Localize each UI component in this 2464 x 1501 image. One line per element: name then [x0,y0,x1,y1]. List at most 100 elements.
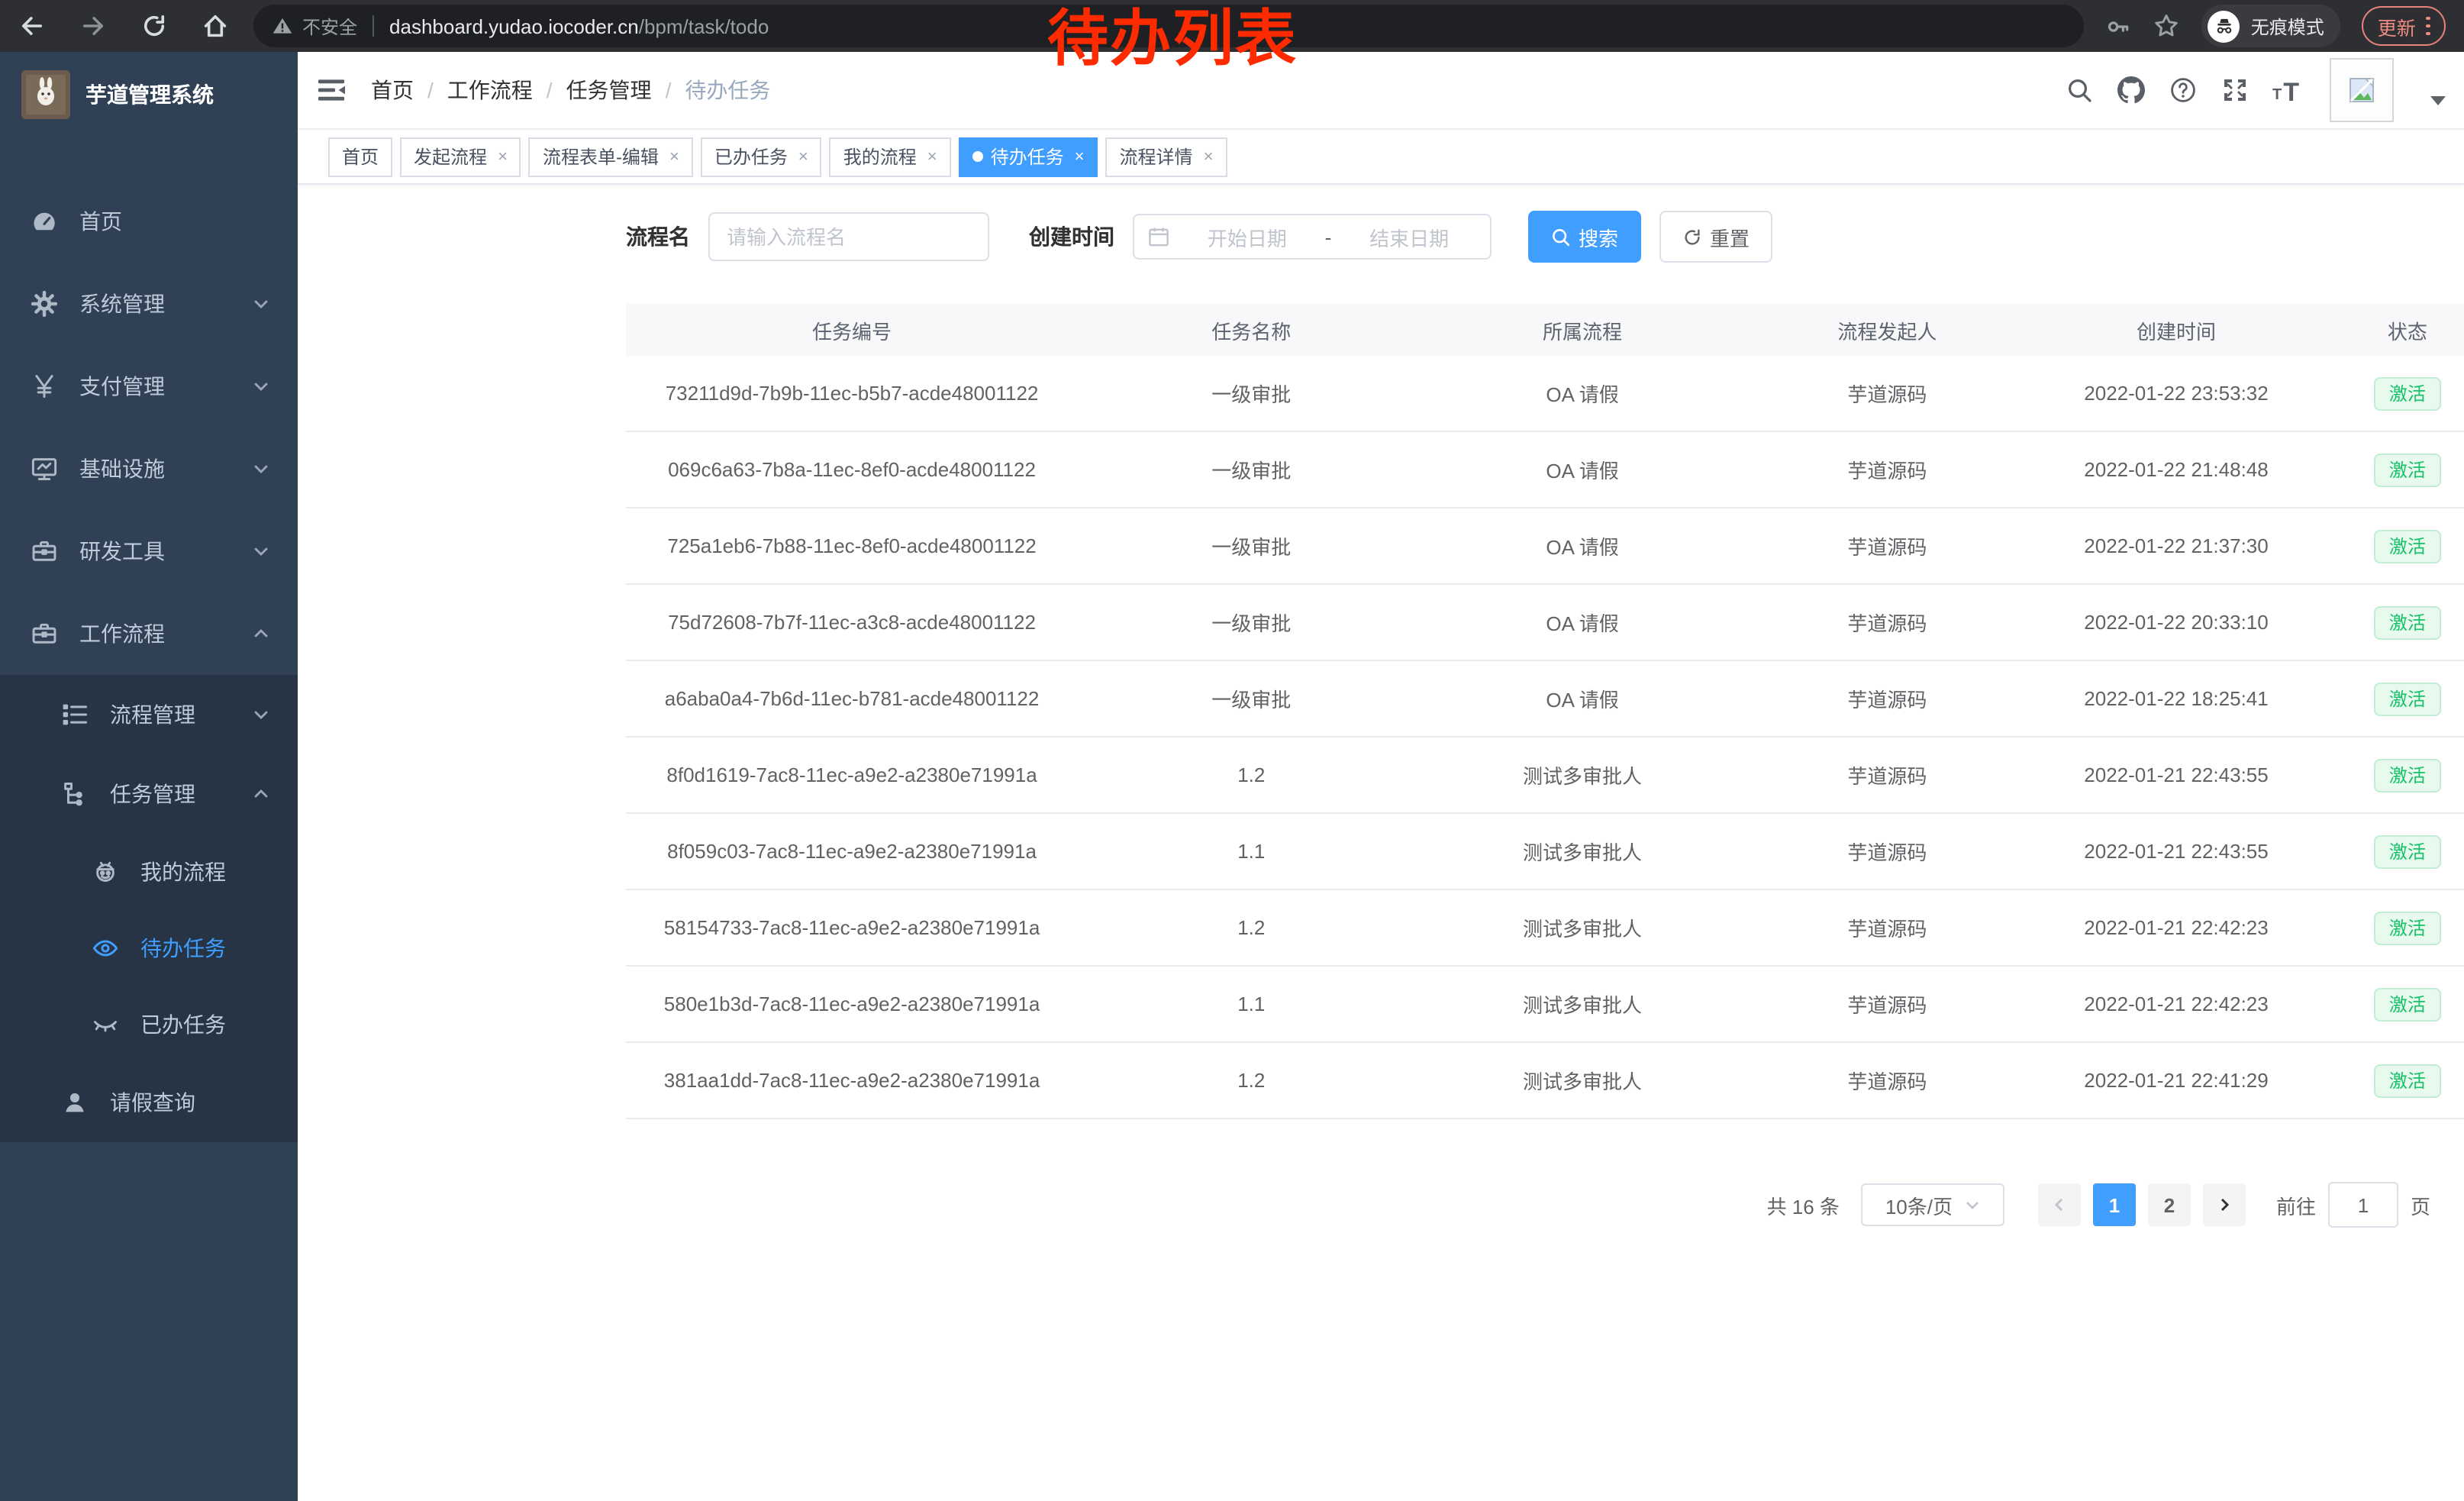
starter-cell: 芋道源码 [1740,684,2035,713]
sidebar-item-my-process[interactable]: 我的流程 [0,834,298,910]
breadcrumb-separator: / [547,78,553,102]
avatar[interactable] [2330,58,2394,122]
sidebar-item-todo-task[interactable]: 待办任务 [0,910,298,986]
reset-button-label: 重置 [1710,222,1750,251]
back-icon[interactable] [18,12,46,40]
incognito-icon [2208,10,2240,42]
page-size-select[interactable]: 10条/页 [1861,1183,2004,1226]
tab-done-task[interactable]: 已办任务× [701,137,822,176]
security-label[interactable]: 不安全 [302,13,357,39]
search-icon[interactable] [2065,76,2092,104]
update-label: 更新 [2378,11,2416,40]
incognito-chip[interactable]: 无痕模式 [2202,5,2341,47]
status-cell: 激活 [2318,605,2464,639]
eye-closed-icon [92,1011,119,1038]
task-id-cell: 069c6a63-7b8a-11ec-8ef0-acde48001122 [626,458,1078,481]
date-range-picker[interactable]: 开始日期 - 结束日期 [1133,214,1492,260]
sidebar-item-workflow[interactable]: 工作流程 [0,592,298,675]
task-id-cell: 580e1b3d-7ac8-11ec-a9e2-a2380e71991a [626,993,1078,1015]
goto-page-input[interactable] [2328,1182,2398,1228]
sidebar-item-task-mgmt[interactable]: 任务管理 [0,754,298,834]
tab-home[interactable]: 首页 [328,137,392,176]
sidebar-item-system[interactable]: 系统管理 [0,263,298,345]
created-cell: 2022-01-21 22:43:55 [2034,840,2318,863]
starter-cell: 芋道源码 [1740,455,2035,484]
breadcrumb-item[interactable]: 工作流程 [447,75,533,105]
status-cell: 激活 [2318,1064,2464,1097]
sidebar-menu: 首页系统管理支付管理基础设施研发工具工作流程流程管理任务管理我的流程待办任务已办… [0,180,298,1142]
sidebar-item-process-mgmt[interactable]: 流程管理 [0,675,298,754]
sidebar-item-label: 首页 [79,206,298,237]
task-name-cell: 一级审批 [1078,379,1424,408]
key-icon[interactable] [2106,13,2132,39]
next-page-button[interactable] [2203,1183,2246,1226]
sidebar-item-dev-tools[interactable]: 研发工具 [0,510,298,592]
process-name-input[interactable] [708,212,989,261]
tab-process-detail[interactable]: 流程详情 × [1106,137,1227,176]
table-body: 73211d9d-7b9b-11ec-b5b7-acde48001122一级审批… [626,356,2464,1119]
prev-page-button[interactable] [2038,1183,2081,1226]
url-path[interactable]: /bpm/task/todo [639,15,769,37]
starter-cell: 芋道源码 [1740,608,2035,637]
tab-start-process[interactable]: 发起流程× [400,137,521,176]
browser-menu-icon[interactable] [2427,16,2430,36]
status-badge: 激活 [2374,376,2441,410]
address-bar[interactable]: 不安全 dashboard.yudao.iocoder.cn/bpm/task/… [253,5,2085,47]
status-cell: 激活 [2318,834,2464,868]
home-icon[interactable] [202,12,229,40]
close-icon[interactable]: × [798,147,808,166]
page-button-1[interactable]: 1 [2093,1183,2136,1226]
close-icon[interactable]: × [498,147,508,166]
close-icon[interactable]: × [669,147,679,166]
tab-todo-task[interactable]: 待办任务× [959,137,1098,176]
table-row: 75d72608-7b7f-11ec-a3c8-acde48001122一级审批… [626,585,2464,661]
sidebar-item-home[interactable]: 首页 [0,180,298,263]
bookmark-star-icon[interactable] [2153,12,2181,40]
sidebar-item-done-task[interactable]: 已办任务 [0,986,298,1063]
breadcrumb-item[interactable]: 首页 [371,75,414,105]
reload-icon[interactable] [140,12,168,40]
breadcrumb-item[interactable]: 任务管理 [566,75,652,105]
status-badge: 激活 [2374,1064,2441,1097]
start-date-placeholder[interactable]: 开始日期 [1180,222,1314,251]
task-name-cell: 1.1 [1078,840,1424,863]
browser-right: 无痕模式 更新 [2106,5,2446,47]
sidebar-item-leave-query[interactable]: 请假查询 [0,1063,298,1142]
close-icon[interactable]: × [1204,147,1214,166]
search-button[interactable]: 搜索 [1528,211,1641,263]
page-button-2[interactable]: 2 [2148,1183,2191,1226]
sidebar-item-label: 我的流程 [140,857,298,887]
chevron-down-icon [252,295,270,313]
app-logo-row[interactable]: 芋道管理系统 [0,52,298,137]
process-name-label: 流程名 [626,221,690,252]
tab-form-edit[interactable]: 流程表单-编辑× [529,137,693,176]
task-name-cell: 1.1 [1078,993,1424,1015]
sidebar-collapse-icon[interactable] [316,75,347,105]
forward-icon[interactable] [79,12,107,40]
tags-view-bar: 首页发起流程×流程表单-编辑×已办任务×我的流程×待办任务× 流程详情 × [298,130,2464,185]
fullscreen-icon[interactable] [2221,76,2248,104]
pagination: 共 16 条 10条/页 12 前往 页 [1767,1183,2430,1226]
browser-update-button[interactable]: 更新 [2362,6,2446,46]
reset-button[interactable]: 重置 [1659,211,1772,263]
url-host[interactable]: dashboard.yudao.iocoder.cn [389,15,639,37]
close-icon[interactable]: × [927,147,937,166]
task-id-cell: 75d72608-7b7f-11ec-a3c8-acde48001122 [626,611,1078,634]
sidebar-item-payment[interactable]: 支付管理 [0,345,298,428]
github-icon[interactable] [2117,76,2144,104]
table-header-row: 任务编号任务名称所属流程流程发起人创建时间状态操作 [626,304,2464,356]
sidebar-item-infrastructure[interactable]: 基础设施 [0,428,298,510]
tab-my-process[interactable]: 我的流程× [830,137,951,176]
security-warning-icon[interactable] [272,15,293,37]
help-icon[interactable] [2169,76,2196,104]
table-row: 069c6a63-7b8a-11ec-8ef0-acde48001122一级审批… [626,432,2464,508]
end-date-placeholder[interactable]: 结束日期 [1342,222,1476,251]
close-icon[interactable]: × [1075,147,1085,166]
chevron-down-icon [252,705,270,724]
font-size-icon[interactable]: TT [2272,76,2299,104]
tab-label: 流程详情 [1120,144,1193,169]
address-divider [373,15,374,37]
table-row: 725a1eb6-7b88-11ec-8ef0-acde48001122一级审批… [626,508,2464,585]
header-icons: TT [2065,58,2446,122]
avatar-dropdown-caret[interactable] [2430,96,2446,105]
